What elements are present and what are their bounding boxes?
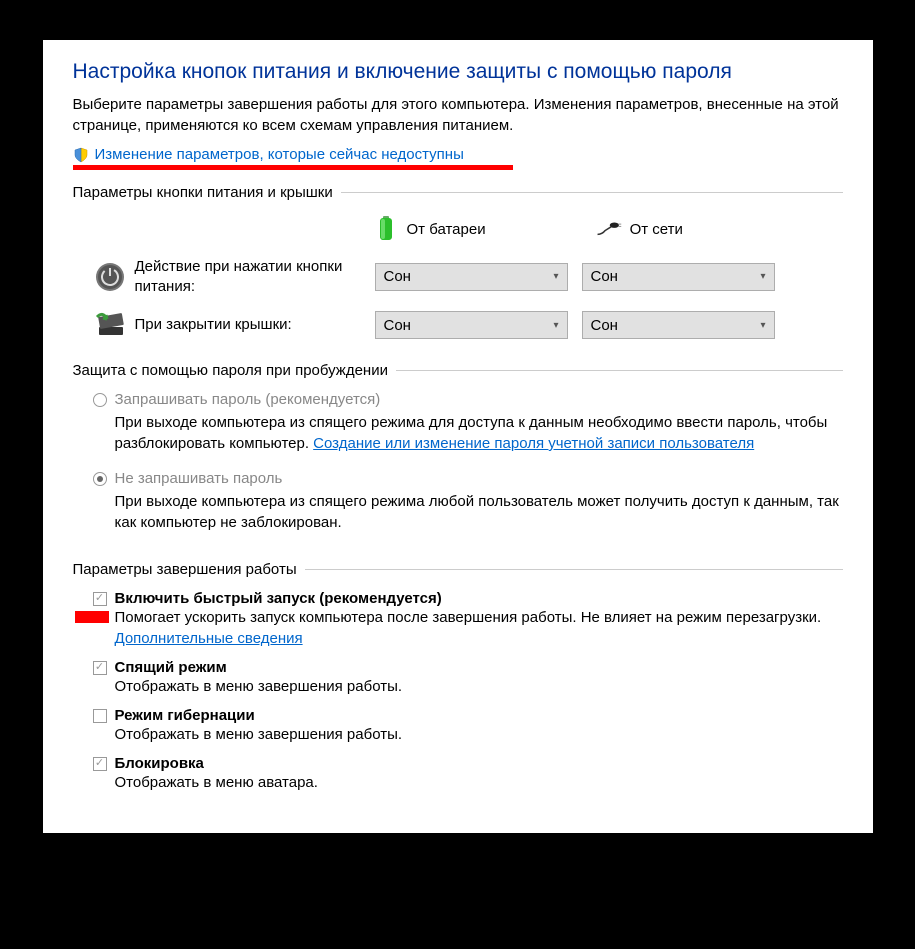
column-plugged-header: От сети xyxy=(596,213,683,245)
no-password-radio[interactable] xyxy=(93,472,107,486)
sleep-checkbox[interactable] xyxy=(93,661,107,675)
sleep-title: Спящий режим xyxy=(115,659,227,676)
column-battery-header: От батареи xyxy=(373,213,486,245)
create-password-link[interactable]: Создание или изменение пароля учетной за… xyxy=(313,435,754,452)
change-unavailable-settings-link[interactable]: Изменение параметров, которые сейчас нед… xyxy=(95,146,464,163)
page-subtitle: Выберите параметры завершения работы для… xyxy=(73,94,843,136)
hibernate-desc: Отображать в меню завершения работы. xyxy=(115,724,843,745)
power-button-icon xyxy=(93,260,127,294)
require-password-desc: При выходе компьютера из спящего режима … xyxy=(115,412,843,454)
no-password-desc: При выходе компьютера из спящего режима … xyxy=(115,491,843,533)
chevron-down-icon: ▾ xyxy=(760,271,765,282)
hibernate-title: Режим гибернации xyxy=(115,707,255,724)
chevron-down-icon: ▾ xyxy=(553,271,558,282)
power-button-battery-select[interactable]: Сон ▾ xyxy=(375,263,568,291)
fast-startup-desc: Помогает ускорить запуск компьютера посл… xyxy=(115,607,843,649)
require-password-radio[interactable] xyxy=(93,393,107,407)
lid-close-plugged-select[interactable]: Сон ▾ xyxy=(582,311,775,339)
highlight-underline xyxy=(73,165,513,170)
lid-close-icon xyxy=(93,308,127,342)
power-options-panel: Настройка кнопок питания и включение защ… xyxy=(43,40,873,833)
hibernate-checkbox[interactable] xyxy=(93,709,107,723)
power-button-plugged-select[interactable]: Сон ▾ xyxy=(582,263,775,291)
highlight-marker xyxy=(75,611,109,623)
plug-icon xyxy=(596,213,622,245)
sleep-desc: Отображать в меню завершения работы. xyxy=(115,676,843,697)
section-power-buttons-header: Параметры кнопки питания и крышки xyxy=(73,184,333,201)
lock-desc: Отображать в меню аватара. xyxy=(115,772,843,793)
chevron-down-icon: ▾ xyxy=(760,320,765,331)
fast-startup-title: Включить быстрый запуск (рекомендуется) xyxy=(115,590,442,607)
battery-icon xyxy=(373,213,399,245)
lid-close-action-label: При закрытии крышки: xyxy=(135,315,375,335)
page-title: Настройка кнопок питания и включение защ… xyxy=(73,60,843,84)
power-button-action-label: Действие при нажатии кнопки питания: xyxy=(135,257,375,296)
shield-icon xyxy=(73,147,89,163)
learn-more-link[interactable]: Дополнительные сведения xyxy=(115,630,303,647)
chevron-down-icon: ▾ xyxy=(553,320,558,331)
no-password-label: Не запрашивать пароль xyxy=(115,470,283,487)
lock-checkbox[interactable] xyxy=(93,757,107,771)
lock-title: Блокировка xyxy=(115,755,204,772)
section-password-header: Защита с помощью пароля при пробуждении xyxy=(73,362,388,379)
section-shutdown-header: Параметры завершения работы xyxy=(73,561,297,578)
lid-close-battery-select[interactable]: Сон ▾ xyxy=(375,311,568,339)
fast-startup-checkbox[interactable] xyxy=(93,592,107,606)
require-password-label: Запрашивать пароль (рекомендуется) xyxy=(115,391,381,408)
